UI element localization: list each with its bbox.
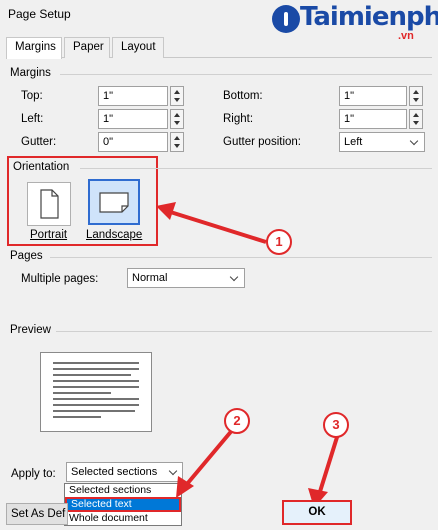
callout-1: 1	[266, 229, 292, 255]
tab-margins[interactable]: Margins	[6, 37, 62, 59]
watermark-suffix: .vn	[398, 30, 414, 42]
callout-3-arrow	[308, 433, 340, 508]
orientation-separator	[80, 168, 432, 169]
orientation-heading: Orientation	[13, 161, 70, 173]
gutter-position-label: Gutter position:	[223, 136, 301, 148]
gutter-input[interactable]: 0"	[98, 132, 168, 152]
dialog-title: Page Setup	[8, 7, 71, 21]
portrait-label: Portrait	[30, 229, 68, 241]
bottom-margin-input[interactable]: 1"	[339, 86, 407, 106]
pages-heading: Pages	[10, 250, 43, 262]
gutter-position-value: Left	[344, 136, 363, 148]
dropdown-option-whole-document[interactable]: Whole document	[65, 512, 181, 525]
left-spin-arrows[interactable]	[170, 109, 184, 129]
top-label: Top:	[21, 90, 43, 102]
bottom-label: Bottom:	[223, 90, 263, 102]
left-label: Left:	[21, 113, 44, 125]
preview-page	[40, 352, 152, 432]
top-margin-input[interactable]: 1"	[98, 86, 168, 106]
multiple-pages-value: Normal	[132, 272, 168, 284]
landscape-label: Landscape	[86, 229, 143, 241]
chevron-down-icon[interactable]	[407, 133, 423, 151]
ok-label: OK	[308, 506, 326, 518]
preview-separator	[56, 331, 432, 332]
apply-to-dropdown-list: Selected sections Selected text Whole do…	[64, 483, 182, 526]
ok-button[interactable]: OK	[282, 500, 352, 525]
pages-separator	[50, 257, 432, 258]
right-spin-arrows[interactable]	[409, 109, 423, 129]
dropdown-option-selected-text[interactable]: Selected text	[65, 497, 181, 512]
portrait-button[interactable]	[27, 182, 71, 226]
callout-2: 2	[224, 408, 250, 434]
landscape-button[interactable]	[88, 179, 140, 225]
tab-layout[interactable]: Layout	[112, 37, 164, 58]
landscape-page-icon	[99, 192, 129, 213]
gutter-spin-arrows[interactable]	[170, 132, 184, 152]
dropdown-option-selected-sections[interactable]: Selected sections	[65, 484, 181, 497]
callout-1-arrow	[156, 202, 267, 244]
brand-logo-icon	[272, 5, 300, 33]
margins-separator	[60, 74, 432, 75]
margins-heading: Margins	[10, 67, 51, 79]
set-as-default-button[interactable]: Set As Def	[6, 503, 68, 525]
right-label: Right:	[223, 113, 254, 125]
watermark-brand: Taimienphi	[300, 2, 438, 32]
gutter-label: Gutter:	[21, 136, 57, 148]
portrait-page-icon	[40, 189, 59, 219]
preview-heading: Preview	[10, 324, 51, 336]
callout-3: 3	[323, 412, 349, 438]
preview-text-lines	[53, 362, 139, 418]
apply-to-value: Selected sections	[71, 466, 158, 478]
watermark-logo: Taimienphi .vn	[270, 0, 438, 44]
right-margin-input[interactable]: 1"	[339, 109, 407, 129]
chevron-down-icon[interactable]	[227, 269, 243, 287]
left-margin-input[interactable]: 1"	[98, 109, 168, 129]
tab-paper[interactable]: Paper	[64, 37, 110, 58]
bottom-spin-arrows[interactable]	[409, 86, 423, 106]
apply-to-label: Apply to:	[11, 468, 56, 480]
top-spin-arrows[interactable]	[170, 86, 184, 106]
multiple-pages-label: Multiple pages:	[21, 273, 99, 285]
